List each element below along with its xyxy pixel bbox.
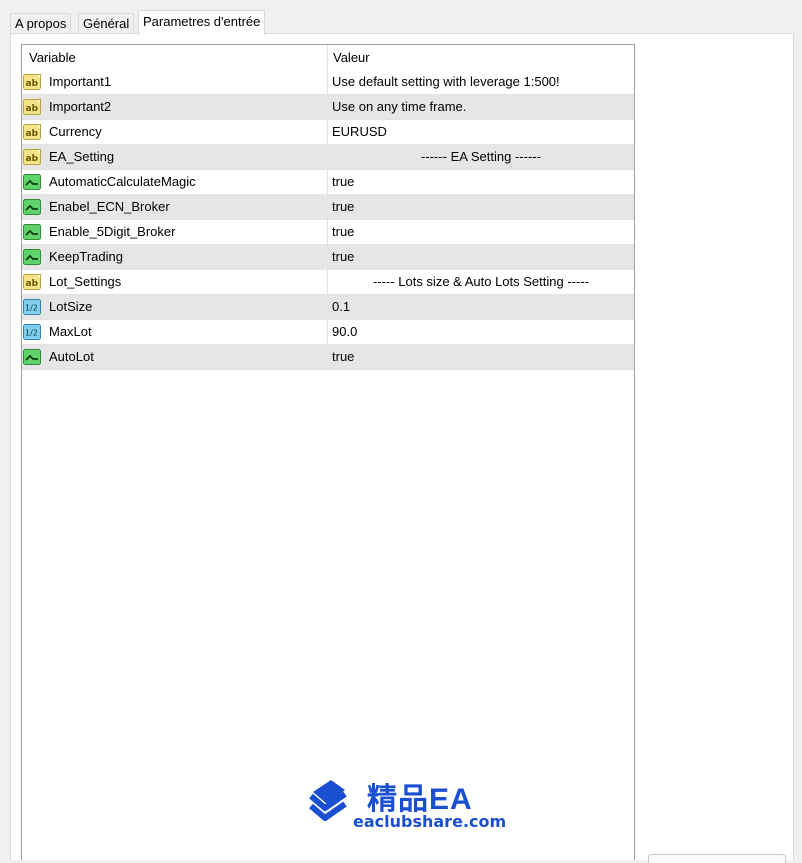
variable-name: Lot_Settings xyxy=(49,274,122,289)
variable-value[interactable]: 0.1 xyxy=(332,295,634,320)
double-value-icon: 1/2 xyxy=(23,323,42,341)
table-row[interactable]: ab Currency EURUSD xyxy=(22,120,634,145)
grid-header: Variable Valeur xyxy=(22,45,634,70)
variable-name: KeepTrading xyxy=(49,249,123,264)
tab-input-parameters[interactable]: Parametres d'entrée xyxy=(138,10,266,35)
ok-button-edge[interactable] xyxy=(648,854,786,863)
column-divider xyxy=(327,45,328,369)
table-row[interactable]: Enabel_ECN_Broker true xyxy=(22,195,634,220)
watermark: 精品EA eaclubshare.com xyxy=(305,776,507,836)
variable-name: Enabel_ECN_Broker xyxy=(49,199,170,214)
string-ab-icon: ab xyxy=(23,148,42,166)
variable-value[interactable]: ------ EA Setting ------ xyxy=(328,145,634,170)
variable-value[interactable]: true xyxy=(332,345,634,370)
variable-value[interactable]: EURUSD xyxy=(332,120,634,145)
variable-value[interactable]: true xyxy=(332,220,634,245)
variable-value[interactable]: 90.0 xyxy=(332,320,634,345)
variable-name: Important2 xyxy=(49,99,112,114)
table-row[interactable]: KeepTrading true xyxy=(22,245,634,270)
table-row[interactable]: ab Important2 Use on any time frame. xyxy=(22,95,634,120)
variable-value[interactable]: ----- Lots size & Auto Lots Setting ----… xyxy=(328,270,634,295)
svg-text:1/2: 1/2 xyxy=(25,304,38,313)
table-row[interactable]: 1/2 LotSize 0.1 xyxy=(22,295,634,320)
parameters-grid[interactable]: Variable Valeur ab Important1 Use default … xyxy=(21,44,635,860)
column-header-value[interactable]: Valeur xyxy=(333,45,370,70)
table-row[interactable]: ab Lot_Settings ----- Lots size & Auto Lot… xyxy=(22,270,634,295)
string-ab-icon: ab xyxy=(23,73,42,91)
variable-name: EA_Setting xyxy=(49,149,115,164)
bool-switch-icon xyxy=(23,223,42,241)
table-row[interactable]: AutoLot true xyxy=(22,345,634,370)
watermark-url: eaclubshare.com xyxy=(353,812,507,831)
string-ab-icon: ab xyxy=(23,98,42,116)
variable-value[interactable]: true xyxy=(332,170,634,195)
stacked-book-logo-icon xyxy=(309,780,347,821)
variable-name: Important1 xyxy=(49,74,112,89)
bool-switch-icon xyxy=(23,248,42,266)
variable-value[interactable]: true xyxy=(332,195,634,220)
svg-text:ab: ab xyxy=(26,154,39,164)
table-row[interactable]: 1/2 MaxLot 90.0 xyxy=(22,320,634,345)
variable-name: Currency xyxy=(49,124,102,139)
double-value-icon: 1/2 xyxy=(23,298,42,316)
variable-name: MaxLot xyxy=(49,324,92,339)
table-row[interactable]: AutomaticCalculateMagic true xyxy=(22,170,634,195)
variable-name: AutoLot xyxy=(49,349,94,364)
string-ab-icon: ab xyxy=(23,273,42,291)
svg-text:1/2: 1/2 xyxy=(25,329,38,338)
bool-switch-icon xyxy=(23,348,42,366)
column-header-variable[interactable]: Variable xyxy=(29,45,76,70)
bool-switch-icon xyxy=(23,198,42,216)
svg-text:ab: ab xyxy=(26,79,39,89)
variable-value[interactable]: true xyxy=(332,245,634,270)
table-row[interactable]: ab Important1 Use default setting with lev… xyxy=(22,70,634,95)
tab-general[interactable]: Général xyxy=(78,13,135,34)
bool-switch-icon xyxy=(23,173,42,191)
string-ab-icon: ab xyxy=(23,123,42,141)
svg-text:ab: ab xyxy=(26,279,39,289)
variable-name: Enable_5Digit_Broker xyxy=(49,224,176,239)
table-row[interactable]: Enable_5Digit_Broker true xyxy=(22,220,634,245)
variable-name: LotSize xyxy=(49,299,93,314)
variable-name: AutomaticCalculateMagic xyxy=(49,174,196,189)
svg-text:ab: ab xyxy=(26,129,39,139)
table-row[interactable]: ab EA_Setting ------ EA Setting ------ xyxy=(22,145,634,170)
svg-text:ab: ab xyxy=(26,104,39,114)
variable-value[interactable]: Use default setting with leverage 1:500! xyxy=(332,70,634,95)
variable-value[interactable]: Use on any time frame. xyxy=(332,95,634,120)
tab-about[interactable]: A propos xyxy=(10,13,72,34)
